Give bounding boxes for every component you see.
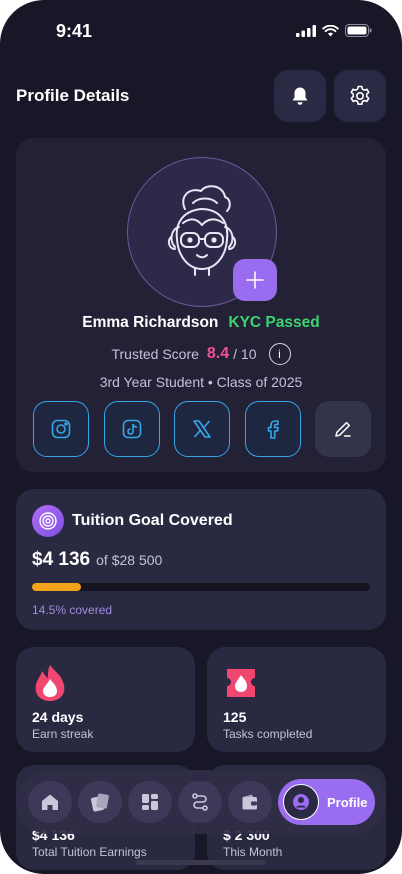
status-bar: 9:41	[0, 0, 402, 60]
gear-icon	[350, 85, 370, 105]
nav-profile-label: Profile	[327, 794, 368, 810]
nav-cards[interactable]	[78, 781, 122, 823]
bell-icon	[292, 87, 308, 105]
tuition-progress-fill	[32, 583, 81, 591]
tiktok-button[interactable]	[104, 401, 160, 457]
stat-label: Total Tuition Earnings	[32, 845, 147, 859]
trusted-score-label: Trusted Score	[111, 346, 199, 362]
plus-icon	[246, 271, 264, 289]
info-icon[interactable]: i	[268, 343, 291, 365]
kyc-status-badge: KYC Passed	[228, 314, 320, 331]
trusted-score-value: 8.4	[206, 345, 230, 362]
instagram-icon	[51, 419, 71, 439]
instagram-button[interactable]	[33, 401, 89, 457]
dashboard-icon	[142, 794, 158, 810]
profile-name: Emma Richardson	[82, 314, 219, 331]
tuition-target: of $28 500	[96, 552, 163, 568]
tuition-amount: $4 136	[32, 549, 91, 570]
status-time: 9:41	[56, 21, 93, 41]
tuition-progress-bar	[32, 583, 370, 591]
bottom-nav: Profile	[16, 770, 386, 834]
nav-route[interactable]	[178, 781, 222, 823]
user-icon	[283, 784, 319, 820]
ticket-flame-icon	[227, 669, 255, 697]
add-photo-button[interactable]	[233, 259, 277, 301]
nav-home[interactable]	[28, 781, 72, 823]
x-button[interactable]	[174, 401, 230, 457]
student-info: 3rd Year Student • Class of 2025	[99, 374, 303, 390]
nav-wallet[interactable]	[228, 781, 272, 823]
flame-icon	[35, 665, 65, 701]
tasks-completed-card[interactable]: 125 Tasks completed	[207, 647, 386, 752]
tuition-amount-row: $4 136 of $28 500	[32, 549, 162, 571]
tuition-goal-card[interactable]: Tuition Goal Covered $4 136 of $28 500 14…	[16, 489, 386, 630]
x-icon	[193, 420, 211, 438]
profile-card: Emma Richardson KYC Passed Trusted Score …	[16, 138, 386, 472]
settings-button[interactable]	[334, 70, 386, 122]
stat-label: Earn streak	[32, 727, 94, 741]
facebook-icon	[267, 420, 279, 439]
profile-name-row: Emma Richardson KYC Passed	[16, 314, 386, 332]
stat-value: 125	[223, 709, 247, 725]
route-icon	[192, 793, 208, 811]
battery-icon	[345, 24, 372, 37]
cellular-signal-icon	[296, 24, 316, 37]
pencil-icon	[335, 421, 351, 437]
earn-streak-card[interactable]: 24 days Earn streak	[16, 647, 195, 752]
tiktok-icon	[122, 419, 142, 439]
cards-icon	[91, 793, 109, 812]
home-indicator	[136, 860, 266, 865]
notifications-button[interactable]	[274, 70, 326, 122]
page-title: Profile Details	[16, 86, 130, 105]
nav-dashboard[interactable]	[128, 781, 172, 823]
trusted-score-row: Trusted Score 8.4 / 10 i	[16, 343, 386, 365]
wallet-icon	[242, 794, 257, 810]
edit-profile-button[interactable]	[315, 401, 371, 457]
tuition-covered-text: 14.5% covered	[32, 603, 113, 617]
home-icon	[42, 794, 58, 810]
stat-label: This Month	[223, 845, 283, 859]
nav-profile[interactable]: Profile	[278, 779, 375, 825]
trusted-score-max: / 10	[233, 346, 257, 362]
tuition-goal-title: Tuition Goal Covered	[72, 512, 233, 529]
stat-label: Tasks completed	[223, 727, 313, 741]
facebook-button[interactable]	[245, 401, 301, 457]
target-icon	[32, 505, 64, 537]
status-icons	[296, 24, 372, 37]
phone-screen: 9:41 Profile Details Emma Richardson KYC…	[0, 0, 402, 874]
stat-value: 24 days	[32, 709, 84, 725]
wifi-icon	[322, 24, 339, 36]
